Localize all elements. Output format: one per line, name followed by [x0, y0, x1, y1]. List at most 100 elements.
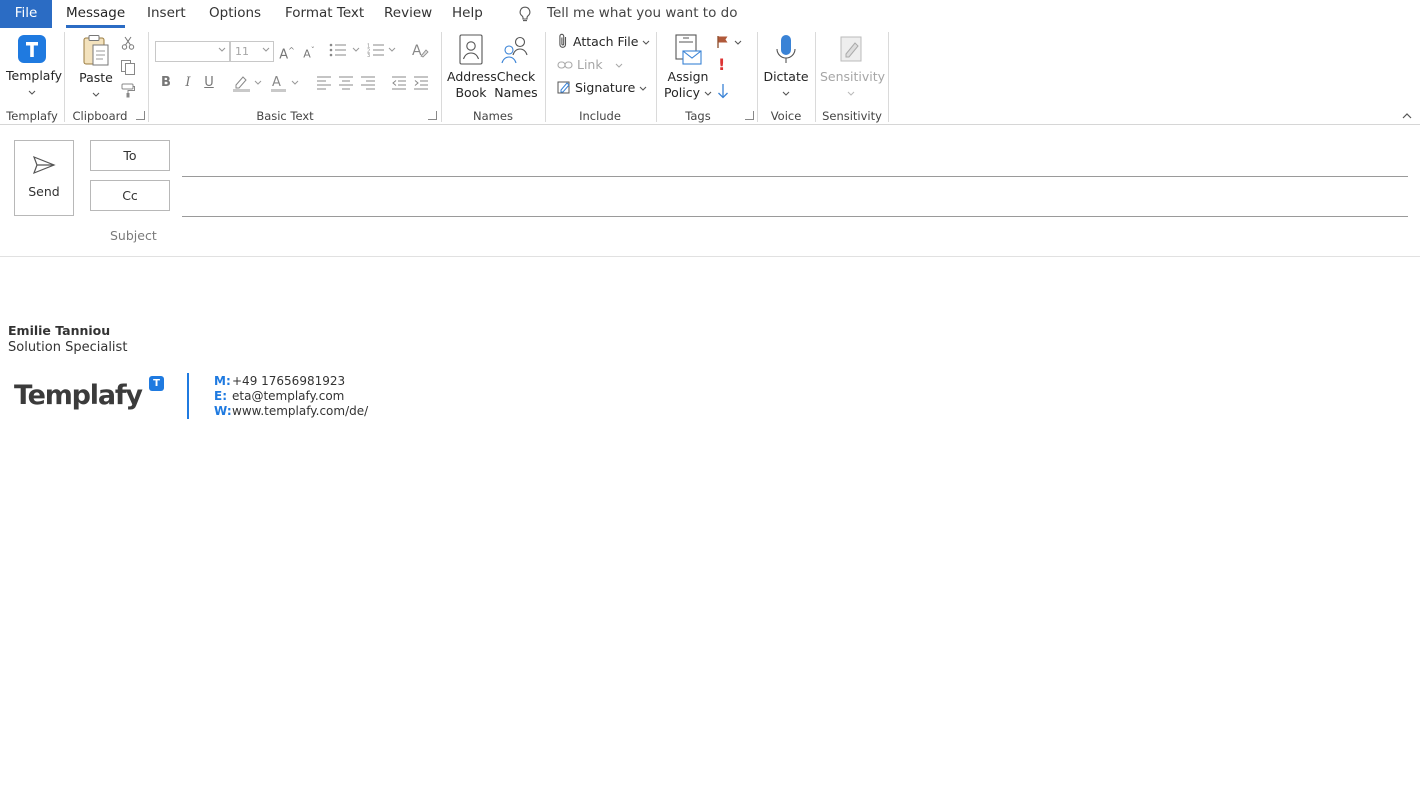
tab-help[interactable]: Help — [452, 0, 483, 28]
paste-label: Paste — [79, 70, 113, 85]
ribbon: Templafy Templafy Paste Clipboard 11 A^ … — [0, 28, 1420, 125]
templafy-logo-wordmark: Templafy — [14, 380, 143, 411]
web-label: W: — [214, 404, 232, 418]
font-size-combo[interactable]: 11 — [230, 41, 274, 62]
follow-up-button[interactable] — [716, 34, 744, 53]
sensitivity-button[interactable]: Sensitivity — [820, 34, 885, 101]
templafy-logo-badge: T — [149, 376, 164, 391]
mobile-label: M: — [214, 374, 231, 388]
assign-policy-label-line2: Policy — [664, 85, 712, 101]
flag-icon — [717, 36, 742, 48]
low-importance-arrow-icon[interactable] — [717, 83, 729, 99]
dictate-label: Dictate — [763, 69, 809, 84]
tab-review[interactable]: Review — [384, 0, 432, 28]
group-separator — [148, 32, 149, 122]
signature-email: E: eta@templafy.com — [214, 389, 344, 403]
attach-file-button[interactable]: Attach File — [557, 33, 650, 51]
high-importance-button[interactable]: ! — [718, 56, 725, 74]
address-book-button[interactable]: Address Book — [447, 34, 497, 101]
font-size-value: 11 — [235, 45, 249, 58]
tab-file[interactable]: File — [0, 0, 52, 28]
link-button[interactable]: Link — [557, 56, 623, 74]
assign-policy-icon — [675, 34, 702, 65]
link-icon — [557, 61, 573, 69]
chevron-down-icon — [262, 47, 270, 52]
shrink-font-icon[interactable]: Aˇ — [298, 40, 320, 62]
compose-header: Send To Cc Subject — [0, 125, 1420, 257]
tab-message[interactable]: Message — [66, 0, 126, 28]
dictate-button[interactable]: Dictate — [762, 34, 810, 101]
chevron-down-icon — [643, 40, 650, 45]
tags-launcher-icon[interactable] — [745, 111, 754, 120]
to-input[interactable] — [182, 143, 1408, 173]
increase-indent-icon[interactable] — [413, 76, 429, 90]
paste-button[interactable]: Paste — [76, 34, 116, 102]
templafy-button[interactable]: Templafy — [6, 34, 62, 100]
tell-me-text: Tell me what you want to do — [547, 5, 738, 21]
to-button[interactable]: To — [90, 140, 170, 171]
assign-policy-button[interactable]: Assign Policy — [664, 34, 712, 101]
bold-button[interactable]: B — [155, 72, 177, 94]
chevron-down-icon — [704, 91, 712, 96]
group-separator — [64, 32, 65, 122]
highlight-color-icon[interactable] — [232, 75, 264, 92]
svg-text:A: A — [412, 43, 422, 59]
decrease-indent-icon[interactable] — [391, 76, 407, 90]
sensitivity-icon — [840, 36, 862, 62]
chevron-down-icon — [639, 86, 647, 91]
signature-title: Solution Specialist — [8, 340, 128, 355]
bullets-icon[interactable] — [329, 43, 361, 57]
basic-text-launcher-icon[interactable] — [428, 111, 437, 120]
clear-formatting-icon[interactable]: A — [411, 41, 429, 59]
font-color-icon[interactable]: A — [270, 74, 302, 92]
chevron-down-icon — [218, 47, 226, 52]
signature-button[interactable]: Signature — [557, 79, 647, 97]
cc-input[interactable] — [182, 183, 1408, 213]
address-book-label-line1: Address — [447, 69, 497, 84]
group-label-tags: Tags — [685, 109, 711, 123]
subject-input[interactable] — [182, 222, 1408, 250]
signature-label: Signature — [574, 80, 636, 95]
send-label: Send — [28, 184, 60, 199]
svg-text:3: 3 — [367, 53, 370, 57]
collapse-ribbon-icon[interactable] — [1402, 112, 1412, 119]
group-label-sensitivity: Sensitivity — [822, 109, 882, 123]
chevron-down-icon — [782, 91, 790, 96]
signature-name: Emilie Tanniou — [8, 323, 111, 338]
mobile-value: +49 17656981923 — [232, 374, 346, 388]
tab-insert[interactable]: Insert — [147, 0, 186, 28]
group-label-voice: Voice — [770, 109, 802, 123]
clipboard-paste-icon — [83, 35, 109, 66]
group-label-templafy: Templafy — [6, 109, 58, 123]
numbering-icon[interactable]: 123 — [367, 43, 399, 57]
cc-button[interactable]: Cc — [90, 180, 170, 211]
grow-font-icon[interactable]: A^ — [276, 40, 298, 62]
align-center-icon[interactable] — [338, 76, 354, 90]
tell-me-search[interactable]: Tell me what you want to do — [518, 0, 737, 28]
font-name-combo[interactable] — [155, 41, 230, 62]
chevron-down-icon — [615, 63, 622, 68]
check-names-icon — [501, 36, 528, 64]
format-painter-icon[interactable] — [120, 82, 136, 98]
templafy-logo: Templafy T — [14, 376, 166, 420]
align-right-icon[interactable] — [360, 76, 376, 90]
email-value[interactable]: eta@templafy.com — [232, 389, 344, 403]
align-left-icon[interactable] — [316, 76, 332, 90]
check-names-button[interactable]: Check Names — [493, 34, 539, 101]
tab-options[interactable]: Options — [209, 0, 261, 28]
group-label-include: Include — [579, 109, 621, 123]
copy-icon[interactable] — [120, 59, 136, 75]
tab-format-text[interactable]: Format Text — [285, 0, 364, 28]
send-button[interactable]: Send — [14, 140, 74, 216]
clipboard-launcher-icon[interactable] — [136, 111, 145, 120]
chevron-down-icon — [847, 91, 855, 96]
svg-text:A: A — [272, 75, 281, 90]
cc-underline — [182, 216, 1408, 217]
link-label: Link — [576, 57, 603, 72]
italic-button[interactable]: I — [177, 72, 199, 94]
check-names-label-line1: Check — [496, 69, 536, 84]
underline-button[interactable]: U — [198, 72, 220, 94]
assign-policy-label-line1: Assign — [667, 69, 709, 84]
web-value[interactable]: www.templafy.com/de/ — [232, 404, 368, 418]
cut-icon[interactable] — [121, 36, 135, 50]
